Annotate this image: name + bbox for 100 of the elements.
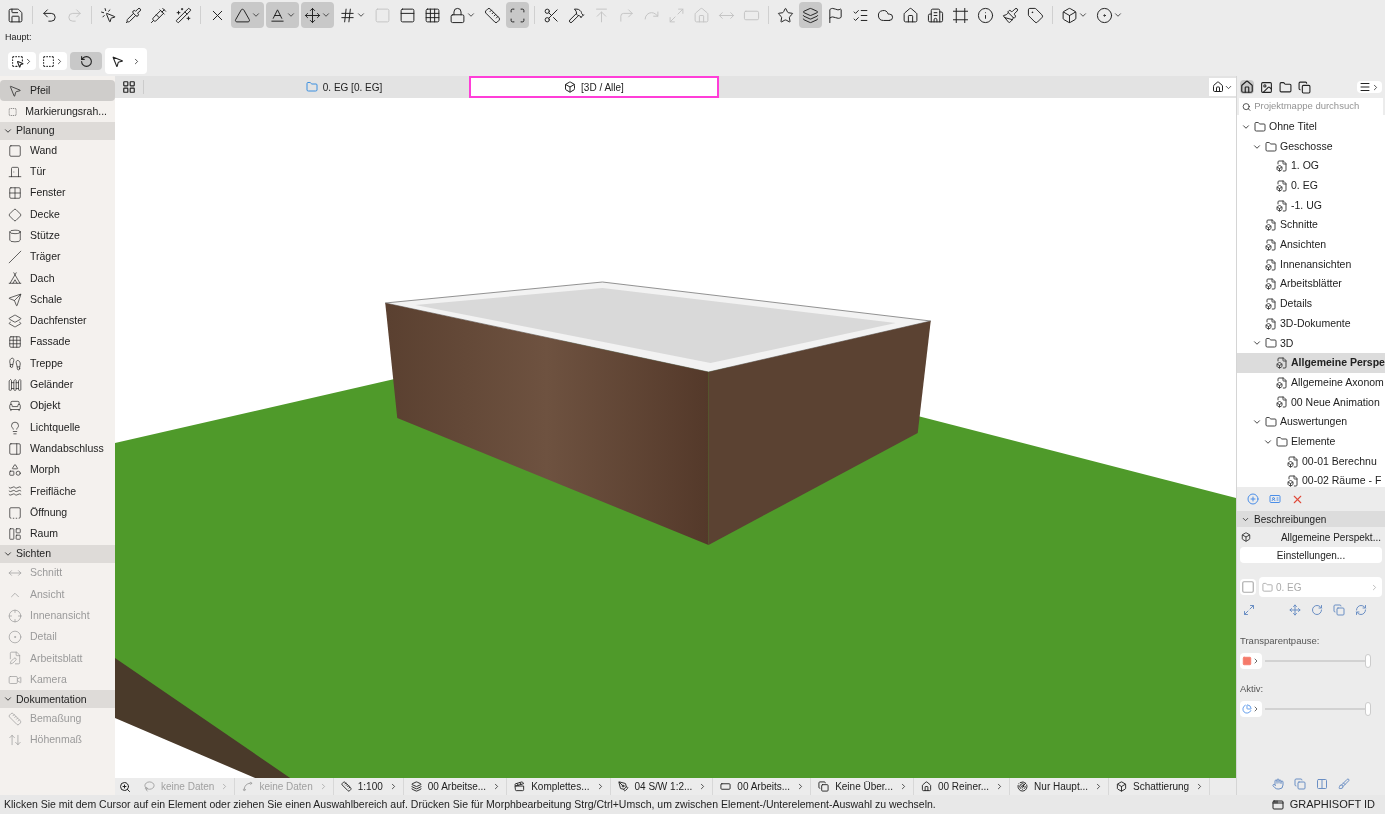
move-icon[interactable] <box>1289 604 1301 616</box>
tree-item[interactable]: 00-01 Berechnu <box>1237 451 1385 472</box>
arrow-tool-button[interactable] <box>105 48 147 74</box>
section-header[interactable]: Dokumentation <box>0 690 115 709</box>
roof-icon <box>8 271 22 286</box>
house-icon[interactable] <box>1240 80 1254 94</box>
view-tab[interactable]: 0. EG [0. EG] <box>219 76 469 98</box>
caret-icon <box>356 10 366 20</box>
stack-icon[interactable] <box>1298 80 1311 94</box>
view-options-button[interactable] <box>1209 78 1236 96</box>
document-icon <box>1265 317 1277 330</box>
tree-item[interactable]: Schnitte <box>1237 215 1385 236</box>
folder-icon[interactable] <box>1279 80 1292 94</box>
tree-item[interactable]: Allgemeine Perspe <box>1237 353 1385 373</box>
tree-item[interactable]: Allgemeine Axonom <box>1237 372 1385 393</box>
tool-item[interactable]: Tür <box>0 161 115 183</box>
dimension-icon <box>8 712 22 727</box>
swatch-button[interactable] <box>1240 701 1262 717</box>
tool-item[interactable]: Pfeil <box>0 80 115 101</box>
section-header[interactable]: Planung <box>0 122 115 140</box>
tool-item[interactable]: Fassade <box>0 331 115 353</box>
grid-view-icon[interactable] <box>122 80 136 94</box>
tool-item[interactable]: Markierungsrah... <box>0 101 115 122</box>
window-icon[interactable] <box>1271 798 1284 811</box>
view-name: Allgemeine Perspekt... <box>1280 530 1381 545</box>
tool-item[interactable]: Wand <box>0 140 115 162</box>
tree-item[interactable]: 3D-Dokumente <box>1237 313 1385 334</box>
floor-plan-icon <box>305 81 318 93</box>
menu-button[interactable] <box>1357 81 1382 93</box>
tree-item[interactable]: 0. EG <box>1237 176 1385 196</box>
tree-item[interactable]: Arbeitsblätter <box>1237 274 1385 295</box>
square-icon <box>1242 656 1252 666</box>
selection-button[interactable] <box>39 52 67 70</box>
tool-item[interactable]: Objekt <box>0 395 115 417</box>
tool-item[interactable]: Lichtquelle <box>0 416 115 439</box>
tool-item[interactable]: Wandabschluss <box>0 438 115 460</box>
tree-item[interactable]: Auswertungen <box>1237 412 1385 432</box>
tool-item[interactable]: Decke <box>0 203 115 226</box>
tool-item[interactable]: Dachfenster <box>0 310 115 332</box>
slider-thumb[interactable] <box>1365 654 1371 668</box>
settings-button[interactable]: Einstellungen... <box>1240 547 1382 563</box>
slider-thumb[interactable] <box>1365 702 1371 716</box>
tree-item[interactable]: 00-02 Räume - F <box>1237 471 1385 487</box>
tool-item[interactable]: Treppe <box>0 352 115 375</box>
tree-item[interactable]: 1. OG <box>1237 156 1385 177</box>
tool-item[interactable]: Stütze <box>0 225 115 247</box>
image-icon[interactable] <box>1260 80 1273 94</box>
toolbar-button[interactable] <box>301 2 334 28</box>
document-icon <box>1276 160 1288 173</box>
caret-icon <box>1078 10 1088 20</box>
selection-button[interactable] <box>8 52 36 70</box>
slider-track[interactable] <box>1265 702 1371 716</box>
swatch-button[interactable] <box>1240 653 1262 669</box>
caret-icon <box>466 10 476 20</box>
rotate-icon[interactable] <box>1311 604 1323 616</box>
tree-item[interactable]: -1. UG <box>1237 195 1385 216</box>
zoom-icon[interactable] <box>119 780 131 793</box>
rotate-button[interactable] <box>70 52 102 70</box>
tool-item[interactable]: Schale <box>0 289 115 311</box>
slider-label: Transparentpause: <box>1240 635 1320 646</box>
section-header[interactable]: Sichten <box>0 544 115 563</box>
slab-icon <box>8 207 22 222</box>
cube-icon <box>564 81 577 93</box>
chevron-right-icon <box>1252 705 1260 713</box>
pointer-icon <box>8 83 22 98</box>
morph-icon <box>8 463 22 478</box>
radar-icon <box>1017 781 1029 792</box>
tree-item[interactable]: Elemente <box>1237 432 1385 452</box>
search-icon <box>1242 101 1252 112</box>
level-icon <box>8 733 22 748</box>
lightbulb-icon <box>8 420 22 435</box>
tree-item[interactable]: Details <box>1237 294 1385 314</box>
tree-item[interactable]: Ansichten <box>1237 235 1385 255</box>
search-field[interactable]: Projektmappe durchsuch <box>1239 98 1383 115</box>
card-icon[interactable] <box>1269 493 1281 505</box>
tool-item[interactable]: Freifläche <box>0 480 115 503</box>
tool-item[interactable]: Geländer <box>0 374 115 396</box>
opening-icon <box>8 505 22 520</box>
columns-icon[interactable] <box>1316 778 1328 790</box>
folder-icon <box>1265 416 1277 429</box>
tool-item[interactable]: Morph <box>0 459 115 481</box>
3d-viewport[interactable] <box>115 98 1236 778</box>
section-header[interactable]: Beschreibungen <box>1237 511 1385 527</box>
tool-item[interactable]: Träger <box>0 246 115 268</box>
tree-item[interactable]: 00 Neue Animation <box>1237 392 1385 413</box>
tool-item[interactable]: Öffnung <box>0 502 115 524</box>
tree-item[interactable]: Geschosse <box>1237 136 1385 157</box>
tree-item[interactable]: Innenansichten <box>1237 254 1385 275</box>
document-icon <box>1276 357 1288 370</box>
view-tab[interactable]: [3D / Alle] <box>469 76 719 98</box>
slider-track[interactable] <box>1265 654 1371 668</box>
resize-icon[interactable] <box>1243 604 1255 616</box>
refresh-icon[interactable] <box>1355 604 1367 616</box>
tree-item[interactable]: 3D <box>1237 333 1385 354</box>
document-icon <box>1276 396 1288 409</box>
tool-item[interactable]: Raum <box>0 523 115 545</box>
tree-item[interactable]: Ohne Titel <box>1237 117 1385 137</box>
tool-item[interactable]: Fenster <box>0 182 115 204</box>
document-icon <box>1287 475 1299 487</box>
tool-item[interactable]: Dach <box>0 267 115 290</box>
